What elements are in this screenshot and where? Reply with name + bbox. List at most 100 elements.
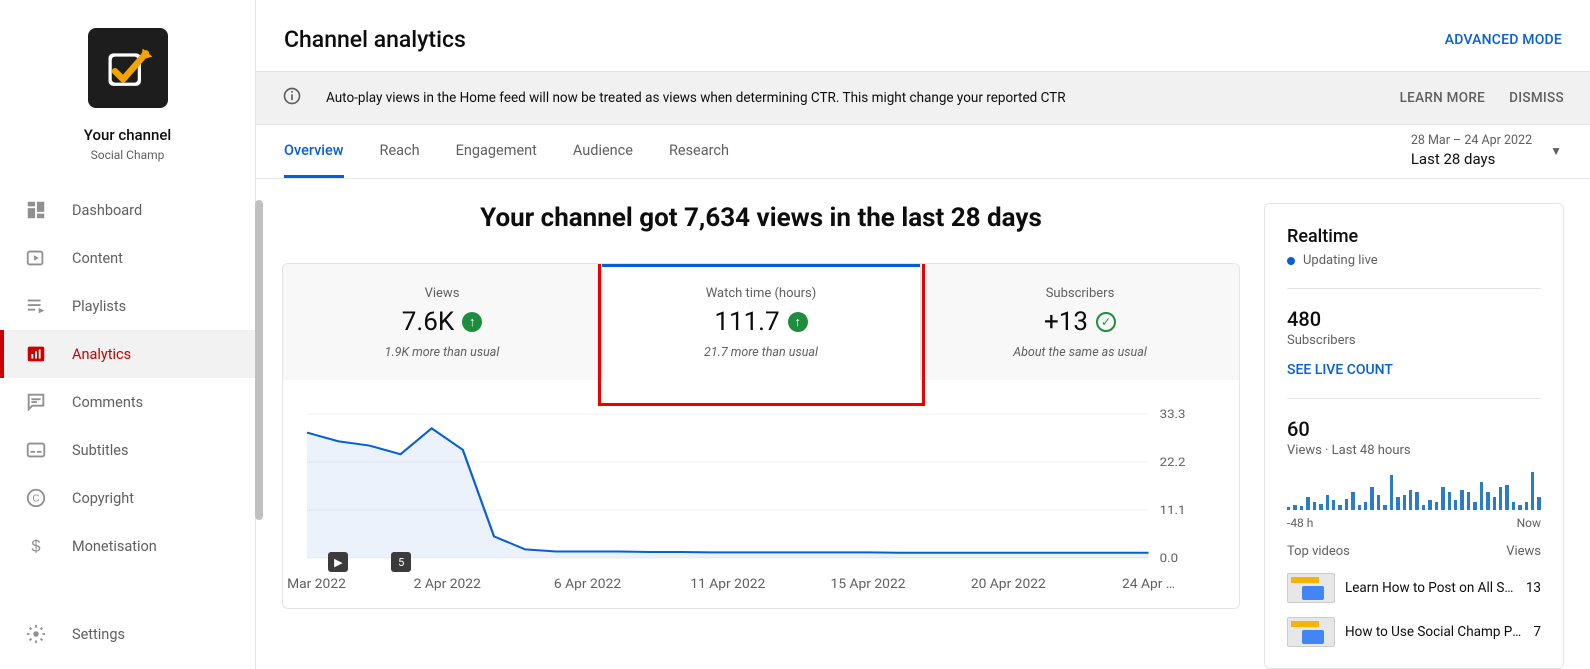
sparkline-bar	[1486, 492, 1489, 510]
top-video-title: Learn How to Post on All So…	[1345, 580, 1516, 596]
svg-text:11.1: 11.1	[1160, 504, 1186, 518]
realtime-updating: Updating live	[1287, 253, 1541, 268]
advanced-mode-link[interactable]: ADVANCED MODE	[1445, 32, 1562, 48]
banner-dismiss-button[interactable]: DISMISS	[1509, 90, 1564, 106]
sparkline-bar	[1493, 497, 1496, 510]
sparkline-bar	[1358, 505, 1361, 510]
realtime-subscribers-value: 480	[1287, 307, 1541, 331]
sidebar-item-comments[interactable]: Comments	[0, 378, 255, 426]
content-icon	[24, 246, 48, 270]
realtime-views48-value: 60	[1287, 417, 1541, 441]
sparkline-bar	[1293, 505, 1296, 510]
overview-panel: Your channel got 7,634 views in the last…	[282, 179, 1240, 669]
channel-title: Your channel	[84, 126, 171, 144]
banner-text: Auto-play views in the Home feed will no…	[326, 90, 1066, 106]
see-live-count-link[interactable]: SEE LIVE COUNT	[1287, 362, 1393, 378]
sidebar-item-content[interactable]: Content	[0, 234, 255, 282]
trend-up-icon: ↑	[462, 312, 482, 332]
sparkline-bar	[1383, 505, 1386, 510]
channel-logo-icon	[102, 42, 154, 94]
top-video-item[interactable]: Learn How to Post on All So… 13	[1287, 573, 1541, 603]
sidebar-item-monetisation[interactable]: $ Monetisation	[0, 522, 255, 570]
metric-label: Views	[293, 286, 591, 301]
dollar-icon: $	[24, 534, 48, 558]
sidebar-item-playlists[interactable]: Playlists	[0, 282, 255, 330]
sidebar-item-dashboard[interactable]: Dashboard	[0, 186, 255, 234]
sparkline-bar	[1415, 492, 1418, 510]
comments-icon	[24, 390, 48, 414]
realtime-sparkline[interactable]	[1287, 470, 1541, 510]
sparkline-bar	[1441, 487, 1444, 510]
svg-text:20 Apr 2022: 20 Apr 2022	[971, 578, 1046, 592]
gear-icon	[24, 622, 48, 646]
metric-watch-time[interactable]: Watch time (hours) 111.7 ↑ 21.7 more tha…	[602, 264, 921, 380]
metric-views[interactable]: Views 7.6K ↑ 1.9K more than usual	[283, 264, 602, 380]
top-video-item[interactable]: How to Use Social Champ Po… 7	[1287, 617, 1541, 647]
video-thumbnail	[1287, 573, 1335, 603]
sparkline-bar	[1435, 502, 1438, 510]
tab-audience[interactable]: Audience	[573, 128, 633, 178]
metric-label: Subscribers	[931, 286, 1229, 301]
sidebar-scrollbar[interactable]	[255, 200, 263, 520]
sparkline-bar	[1525, 502, 1528, 510]
trend-up-icon: ↑	[788, 312, 808, 332]
realtime-card: Realtime Updating live 480 Subscribers S…	[1264, 203, 1564, 669]
metric-subtext: 1.9K more than usual	[293, 345, 591, 360]
sparkline-bar	[1505, 485, 1508, 510]
sparkline-bar	[1377, 495, 1380, 510]
tab-reach[interactable]: Reach	[380, 128, 420, 178]
sparkline-bar	[1422, 505, 1425, 510]
top-videos-views-heading: Views	[1506, 544, 1541, 559]
dashboard-icon	[24, 198, 48, 222]
playlist-icon	[24, 294, 48, 318]
sparkline-bar	[1428, 500, 1431, 510]
date-range-picker[interactable]: 28 Mar – 24 Apr 2022 Last 28 days ▼	[1411, 125, 1562, 178]
svg-text:24 Apr …: 24 Apr …	[1122, 578, 1175, 592]
sparkline-bar	[1306, 497, 1309, 510]
tab-overview[interactable]: Overview	[284, 128, 344, 178]
chart-marker-count[interactable]: 5	[391, 552, 411, 572]
channel-logo[interactable]	[88, 28, 168, 108]
sparkline-left-label: -48 h	[1287, 516, 1313, 530]
top-videos-heading: Top videos	[1287, 544, 1350, 559]
sparkline-bar	[1460, 490, 1463, 510]
sidebar-item-label: Dashboard	[72, 202, 142, 219]
sparkline-bar	[1480, 482, 1483, 510]
svg-text:11 Apr 2022: 11 Apr 2022	[690, 578, 765, 592]
sidebar-item-analytics[interactable]: Analytics	[0, 330, 255, 378]
sparkline-bar	[1448, 492, 1451, 510]
sparkline-bar	[1287, 507, 1290, 510]
metric-subtext: About the same as usual	[931, 345, 1229, 360]
svg-text:22.2: 22.2	[1160, 456, 1186, 470]
sparkline-bar	[1326, 495, 1329, 510]
chart-marker-play-icon[interactable]: ▶	[328, 552, 348, 572]
tab-engagement[interactable]: Engagement	[456, 128, 537, 178]
sidebar-item-label: Monetisation	[72, 538, 157, 555]
sidebar-item-subtitles[interactable]: Subtitles	[0, 426, 255, 474]
sparkline-bar	[1537, 497, 1540, 510]
svg-text:28 Mar 2022: 28 Mar 2022	[282, 578, 346, 592]
channel-headline: Your channel got 7,634 views in the last…	[282, 203, 1240, 233]
sidebar-item-label: Playlists	[72, 298, 126, 315]
sidebar-item-copyright[interactable]: C Copyright	[0, 474, 255, 522]
sidebar-item-label: Settings	[72, 626, 125, 643]
svg-text:C: C	[32, 494, 39, 505]
svg-text:$: $	[31, 538, 40, 556]
sparkline-bar	[1351, 492, 1354, 510]
watch-time-chart[interactable]: 33.322.211.10.028 Mar 20222 Apr 20226 Ap…	[283, 380, 1239, 608]
tab-research[interactable]: Research	[669, 128, 729, 178]
sparkline-bar	[1409, 490, 1412, 510]
metric-value: +13	[1044, 307, 1088, 337]
metric-subtext: 21.7 more than usual	[612, 345, 910, 360]
top-video-views: 13	[1526, 580, 1541, 596]
analytics-icon	[24, 342, 48, 366]
metric-value: 7.6K	[402, 307, 454, 337]
sidebar-item-label: Analytics	[72, 346, 131, 363]
svg-text:0.0: 0.0	[1160, 552, 1178, 566]
sidebar: Your channel Social Champ Dashboard Cont…	[0, 0, 256, 669]
metric-subscribers[interactable]: Subscribers +13 ✓ About the same as usua…	[921, 264, 1239, 380]
sparkline-bar	[1518, 505, 1521, 510]
banner-learn-more-button[interactable]: LEARN MORE	[1400, 90, 1486, 106]
sidebar-item-settings[interactable]: Settings	[0, 610, 255, 658]
metric-label: Watch time (hours)	[612, 286, 910, 301]
